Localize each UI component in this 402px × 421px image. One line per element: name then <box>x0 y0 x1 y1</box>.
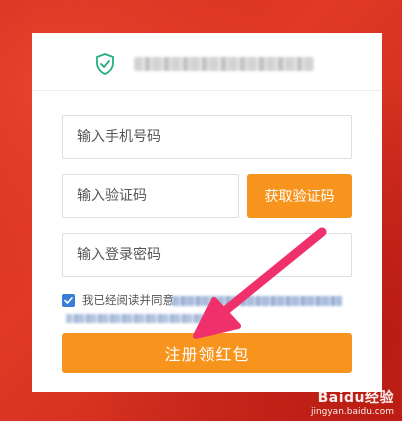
header-title-obscured <box>134 57 314 71</box>
password-field[interactable] <box>62 233 352 277</box>
register-button[interactable]: 注册领红包 <box>62 333 352 373</box>
shield-check-icon <box>96 53 114 75</box>
agree-label: 我已经阅读并同意 <box>82 293 174 307</box>
phone-field[interactable] <box>62 115 352 159</box>
watermark-url: jingyan.baidu.com <box>310 407 394 417</box>
agreement-link-obscured[interactable] <box>172 296 342 306</box>
register-card: 获取验证码 我已经阅读并同意 注册领红包 <box>32 33 382 392</box>
phone-input[interactable] <box>63 116 351 158</box>
code-field[interactable] <box>62 174 239 218</box>
agreement-row: 我已经阅读并同意 <box>62 292 362 332</box>
baidu-watermark: Baidu经验 jingyan.baidu.com <box>311 387 394 417</box>
card-header <box>32 33 382 91</box>
checkbox-check-icon <box>64 297 73 304</box>
agreement-link-line2-obscured[interactable] <box>66 314 216 323</box>
verification-code-input[interactable] <box>63 175 238 217</box>
get-code-button[interactable]: 获取验证码 <box>247 174 352 218</box>
agree-checkbox[interactable] <box>62 294 75 307</box>
watermark-logo: Baidu经验 <box>317 390 394 406</box>
password-input[interactable] <box>63 234 351 276</box>
